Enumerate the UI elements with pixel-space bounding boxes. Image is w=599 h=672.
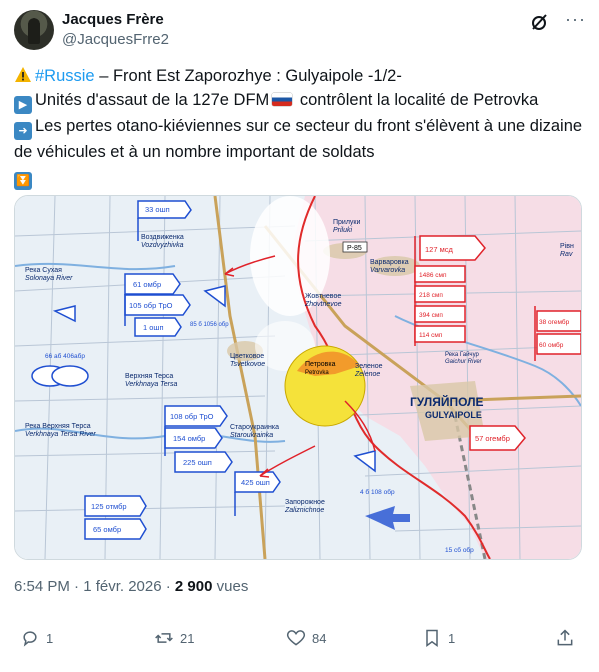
bookmark-button[interactable]: 1 <box>422 626 455 650</box>
unit-label: 15 сб обр <box>445 546 474 554</box>
unit-label: 218 смп <box>419 292 443 299</box>
hashtag-link[interactable]: #Russie <box>35 67 95 85</box>
bookmark-count: 1 <box>448 630 456 646</box>
place-label: Rav <box>560 251 573 258</box>
place-label: Жовтневое <box>305 293 341 300</box>
tweet-meta: 6:54 PM · 1 févr. 2026 · 2 900 vues <box>14 578 249 595</box>
place-label: Verkhnaya Tersa <box>125 381 178 388</box>
unit-label: 125 отмбр <box>91 502 127 511</box>
place-label: Река Верхняя Терса <box>25 423 91 430</box>
place-label: Рівн <box>560 242 574 250</box>
reply-icon <box>23 631 37 647</box>
place-label: Vozdvyzhivka <box>141 242 184 249</box>
place-label: Река Гайчур <box>445 351 479 358</box>
place-label: Цветковое <box>230 353 264 360</box>
play-button-icon: ▶ <box>14 96 32 114</box>
unit-label: 1 ошп <box>143 323 164 332</box>
place-label: Запорожное <box>285 499 325 506</box>
place-label: Verkhnaya Tersa River <box>25 431 96 438</box>
unit-label: 57 огембр <box>475 434 510 443</box>
place-label: Река Сухая <box>25 267 62 274</box>
unit-label: 4 б 108 обр <box>360 488 395 496</box>
tweet-line-3: ➜ Les pertes otano-kiéviennes sur ce sect… <box>14 117 583 161</box>
place-label: Староукраинка <box>230 424 279 431</box>
map-image[interactable]: Петровка Petrovka 33 ошп 61 омбр 105 обр… <box>14 195 582 560</box>
tweet-title: – Front Est Zaporozhye : Gulyaipole -1/2… <box>94 67 402 85</box>
tweet-line-2: ▶ Unités d'assaut de la 127e DFM contrôle… <box>14 88 585 114</box>
author-handle[interactable]: @JacquesFrre2 <box>62 31 169 48</box>
tweet-line-1: #Russie – Front Est Zaporozhye : Gulyaip… <box>14 64 585 88</box>
unit-label: 154 омбр <box>173 434 205 443</box>
author-name[interactable]: Jacques Frère <box>62 11 164 28</box>
place-label: Priluki <box>333 227 353 234</box>
reply-button[interactable]: 1 <box>20 626 53 650</box>
heart-icon <box>286 630 306 646</box>
map-label: Petrovka <box>305 370 329 376</box>
retweet-count: 21 <box>180 630 195 646</box>
share-button[interactable] <box>555 626 575 650</box>
avatar[interactable] <box>14 10 54 50</box>
tweet-text: #Russie – Front Est Zaporozhye : Gulyaip… <box>14 64 585 190</box>
unit-label: 85 б 1056 обр <box>190 322 229 328</box>
unit-label: 60 омбр <box>539 341 564 349</box>
place-label: Solonaya River <box>25 275 73 282</box>
unit-label: 425 ошп <box>241 478 270 487</box>
road-label: P-85 <box>347 245 362 252</box>
action-bar: 1 21 84 1 <box>14 626 585 650</box>
place-label: Зеленое <box>355 363 383 370</box>
place-label: Zelenoe <box>354 371 380 378</box>
unit-label: 61 омбр <box>133 280 161 289</box>
unit-label: 65 омбр <box>93 525 121 534</box>
unit-label: 127 мсд <box>425 245 454 254</box>
warning-icon <box>14 66 32 84</box>
map-label: Петровка <box>305 361 336 368</box>
unit-label: 38 огембр <box>539 318 570 326</box>
right-arrow-icon: ➜ <box>14 122 32 140</box>
more-dots-icon[interactable]: ··· <box>565 10 585 32</box>
double-down-arrow-icon: ⏬ <box>14 172 32 190</box>
like-button[interactable]: 84 <box>286 626 326 650</box>
place-label: Tsvetkovoe <box>230 361 265 368</box>
tweet-line-4: ⏬ <box>14 164 585 190</box>
place-label: Верхняя Терса <box>125 373 173 380</box>
bookmark-icon <box>426 629 438 647</box>
place-label: Zaliznichnoe <box>284 507 324 514</box>
retweet-icon <box>155 633 173 643</box>
view-count: 2 900 <box>174 578 213 595</box>
place-label: Varvarovka <box>370 267 405 274</box>
unit-label: 105 обр ТрО <box>129 301 173 310</box>
place-label: Варваровка <box>370 259 409 266</box>
place-label: Zhovtnevoe <box>304 301 342 308</box>
unit-label: 1486 смп <box>419 272 447 279</box>
city-label: ГУЛЯЙПОЛЕ <box>410 394 484 409</box>
unit-label: 225 ошп <box>183 458 212 467</box>
unit-label: 108 обр ТрО <box>170 412 214 421</box>
russia-flag-icon <box>272 93 293 106</box>
tweet-header: Jacques Frère @JacquesFrre2 ··· <box>14 10 585 52</box>
timestamp[interactable]: 6:54 PM · 1 févr. 2026 · <box>14 578 175 595</box>
city-label: GULYAIPOLE <box>425 410 482 420</box>
unit-label: 33 ошп <box>145 205 170 214</box>
place-label: Воздвиженка <box>141 234 184 241</box>
unit-label: 114 смп <box>419 332 443 339</box>
retweet-button[interactable]: 21 <box>154 626 194 650</box>
unit-label: 394 смп <box>419 312 443 319</box>
share-icon <box>557 629 573 646</box>
reply-count: 1 <box>46 630 54 646</box>
place-label: Gaichur River <box>445 359 483 365</box>
grok-icon[interactable] <box>529 12 549 32</box>
like-count: 84 <box>312 630 327 646</box>
place-label: Прилуки <box>333 219 360 226</box>
unit-label: 66 аб 406абр <box>45 352 85 360</box>
place-label: Staroukrainka <box>230 432 273 439</box>
